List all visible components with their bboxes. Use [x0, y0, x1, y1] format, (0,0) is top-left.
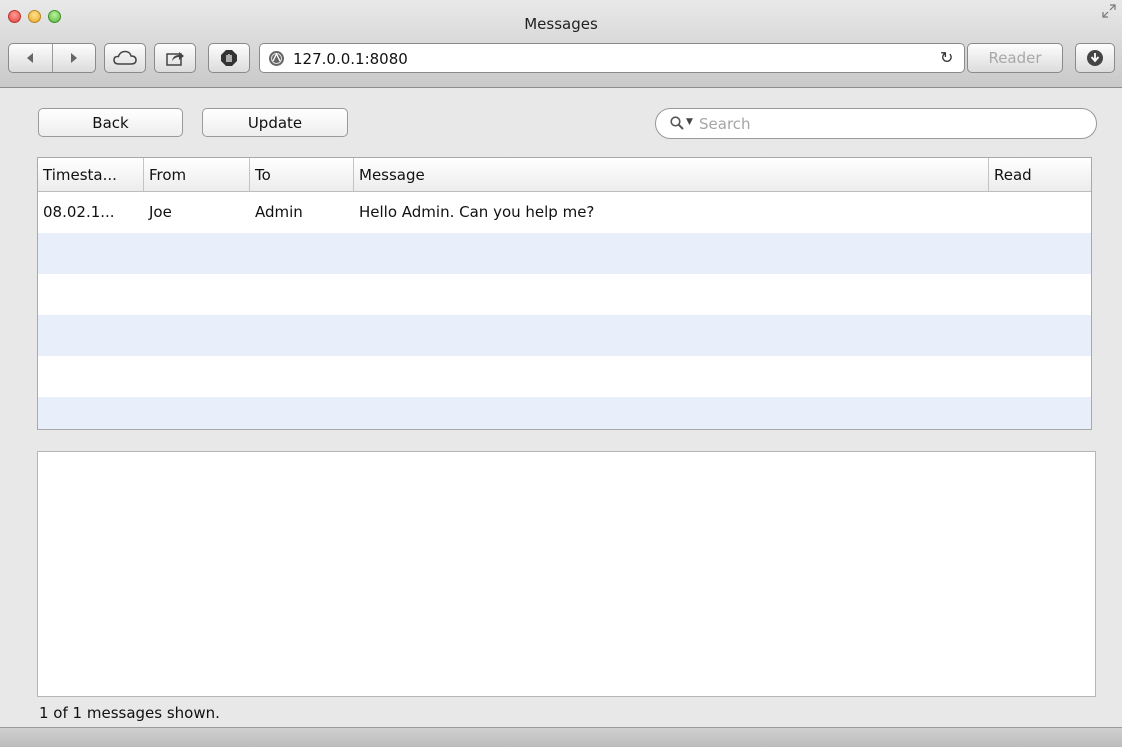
- share-button[interactable]: [154, 43, 196, 73]
- table-row[interactable]: [38, 397, 1091, 429]
- messages-table: Timesta... From To Message Read 08.02.1.…: [37, 157, 1092, 430]
- reload-icon[interactable]: ↻: [940, 48, 953, 67]
- column-header-to[interactable]: To: [250, 158, 354, 191]
- table-row[interactable]: [38, 274, 1091, 315]
- download-icon: [1087, 50, 1103, 66]
- message-detail-pane[interactable]: [37, 451, 1096, 697]
- table-row[interactable]: [38, 315, 1091, 356]
- address-bar[interactable]: 127.0.0.1:8080 ↻: [259, 43, 965, 73]
- search-input[interactable]: [697, 112, 1081, 136]
- block-icon: [221, 50, 237, 66]
- search-field[interactable]: ▼: [655, 108, 1097, 139]
- cell-timestamp: 08.02.1...: [43, 203, 115, 221]
- share-icon: [166, 52, 184, 66]
- downloads-button[interactable]: [1075, 43, 1115, 73]
- search-options-icon[interactable]: ▼: [686, 117, 693, 127]
- fullscreen-icon[interactable]: [1102, 4, 1116, 18]
- table-body: 08.02.1... Joe Admin Hello Admin. Can yo…: [38, 192, 1091, 429]
- cell-message: Hello Admin. Can you help me?: [359, 203, 595, 221]
- cell-from: Joe: [149, 203, 172, 221]
- back-forward-group: [8, 43, 96, 73]
- column-header-from[interactable]: From: [144, 158, 250, 191]
- browser-titlebar: Messages 127.0.0.1:8080 ↻ Reader: [0, 0, 1122, 88]
- table-row[interactable]: 08.02.1... Joe Admin Hello Admin. Can yo…: [38, 192, 1091, 233]
- cell-to: Admin: [255, 203, 303, 221]
- column-header-read[interactable]: Read: [989, 158, 1091, 191]
- column-header-timestamp[interactable]: Timesta...: [38, 158, 144, 191]
- icloud-tabs-button[interactable]: [104, 43, 146, 73]
- table-header: Timesta... From To Message Read: [38, 158, 1091, 192]
- browser-forward-button[interactable]: [53, 44, 96, 72]
- adblock-button[interactable]: [208, 43, 250, 73]
- icloud-icon: [113, 50, 137, 65]
- column-header-message[interactable]: Message: [354, 158, 989, 191]
- table-row[interactable]: [38, 233, 1091, 274]
- back-arrow-icon: [27, 53, 34, 63]
- search-icon: [670, 116, 684, 130]
- window-bottom-bar: [0, 727, 1122, 747]
- site-icon: [269, 51, 284, 66]
- forward-arrow-icon: [70, 53, 77, 63]
- update-button[interactable]: Update: [202, 108, 348, 137]
- window-title: Messages: [524, 15, 598, 33]
- back-button[interactable]: Back: [38, 108, 183, 137]
- browser-back-button[interactable]: [9, 44, 52, 72]
- cell-read: [989, 192, 1091, 233]
- reader-button[interactable]: Reader: [967, 43, 1063, 73]
- status-text: 1 of 1 messages shown.: [39, 704, 220, 722]
- table-row[interactable]: [38, 356, 1091, 397]
- address-url: 127.0.0.1:8080: [293, 50, 408, 68]
